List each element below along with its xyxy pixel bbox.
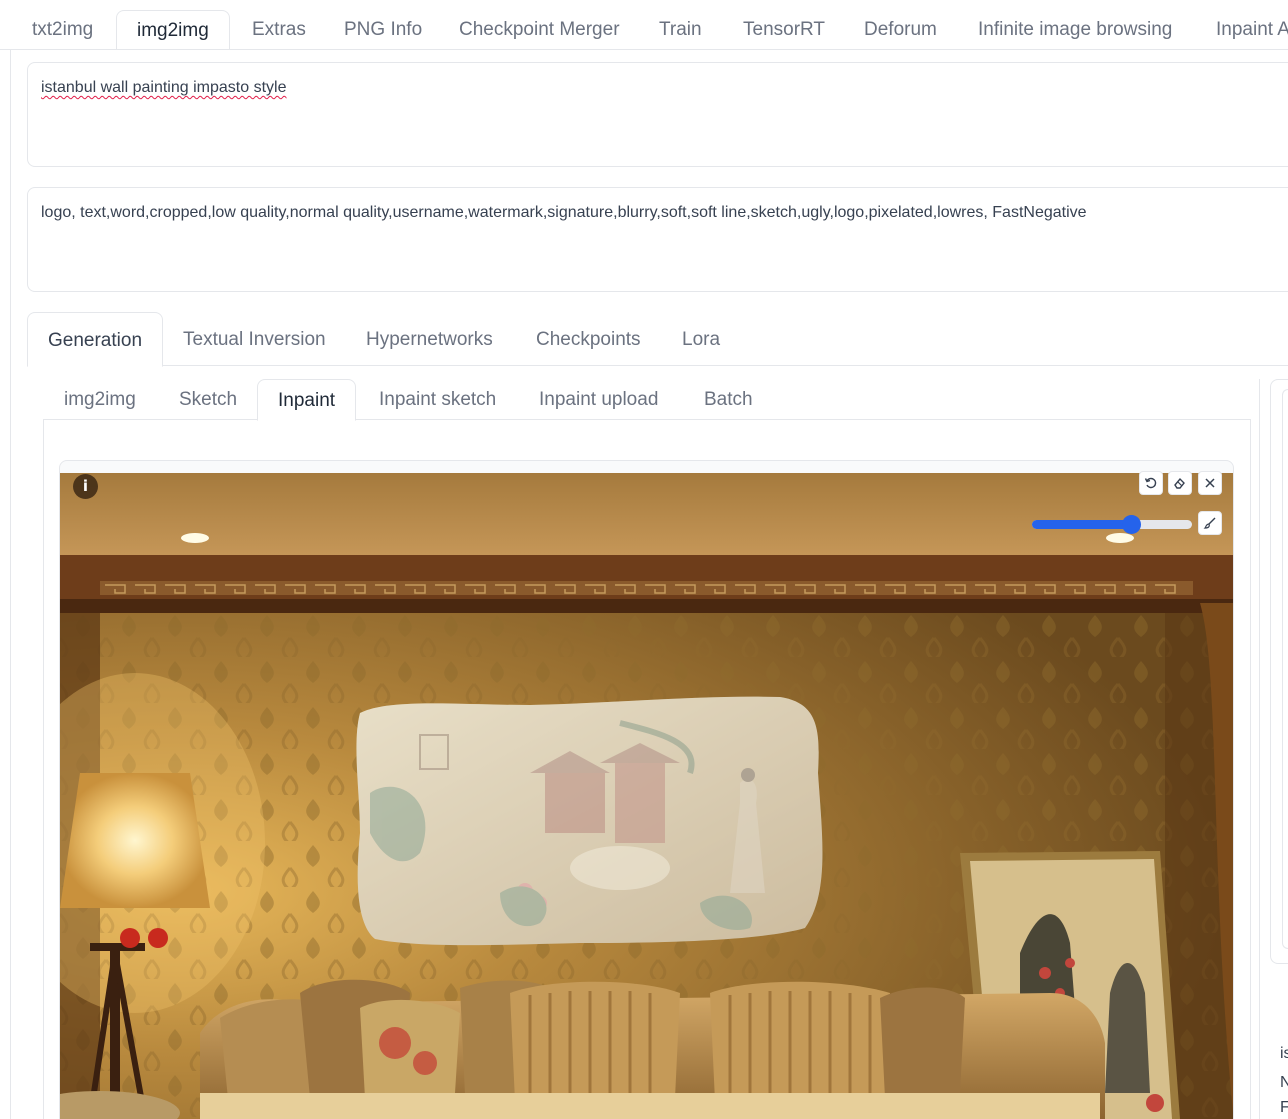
undo-icon: [1144, 477, 1157, 489]
room-image: [60, 473, 1233, 1119]
brush-size-slider[interactable]: [1032, 515, 1192, 534]
tab-png-info[interactable]: PNG Info: [324, 10, 442, 49]
undo-button[interactable]: [1139, 471, 1163, 495]
tab-lora[interactable]: Lora: [662, 312, 740, 366]
tab-infinite-image-browsing[interactable]: Infinite image browsing: [958, 10, 1192, 49]
tab-txt2img[interactable]: txt2img: [12, 10, 113, 49]
brush-size-fill: [1032, 520, 1132, 529]
tab-img2img-mode[interactable]: img2img: [44, 379, 156, 420]
output-info-line-3: F: [1280, 1099, 1288, 1116]
eraser-icon: [1174, 477, 1185, 489]
negative-prompt-text: logo, text,word,cropped,low quality,norm…: [41, 204, 1087, 221]
inpaint-canvas[interactable]: [60, 473, 1233, 1119]
tab-deforum[interactable]: Deforum: [844, 10, 957, 49]
prompt-text: istanbul wall painting impasto style: [41, 79, 287, 96]
brush-button[interactable]: [1198, 511, 1222, 535]
tab-sketch[interactable]: Sketch: [159, 379, 257, 420]
tab-img2img[interactable]: img2img: [116, 10, 230, 49]
generation-tab-bar: Generation Textual Inversion Hypernetwor…: [27, 312, 1288, 367]
tab-textual-inversion[interactable]: Textual Inversion: [163, 312, 346, 366]
tab-tensorrt[interactable]: TensorRT: [723, 10, 845, 49]
tab-checkpoints[interactable]: Checkpoints: [516, 312, 661, 366]
tab-inpaint-anything[interactable]: Inpaint A: [1196, 10, 1288, 49]
tab-train[interactable]: Train: [639, 10, 722, 49]
output-info-line-1: is: [1280, 1045, 1288, 1062]
tab-generation[interactable]: Generation: [27, 312, 164, 367]
info-icon[interactable]: i: [73, 474, 98, 499]
close-icon: [1205, 478, 1215, 488]
brush-icon: [1203, 517, 1216, 529]
tab-inpaint-sketch[interactable]: Inpaint sketch: [359, 379, 516, 420]
tab-batch[interactable]: Batch: [684, 379, 773, 420]
tab-inpaint[interactable]: Inpaint: [257, 379, 357, 421]
output-info-line-2: N: [1280, 1074, 1288, 1091]
negative-prompt-input[interactable]: logo, text,word,cropped,low quality,norm…: [27, 187, 1288, 292]
tab-hypernetworks[interactable]: Hypernetworks: [346, 312, 513, 366]
main-tab-bar: txt2img img2img Extras PNG Info Checkpoi…: [0, 0, 1288, 50]
output-image-area: [1282, 389, 1288, 949]
tab-inpaint-upload[interactable]: Inpaint upload: [519, 379, 678, 420]
clear-button[interactable]: [1198, 471, 1222, 495]
tab-extras[interactable]: Extras: [232, 10, 326, 49]
img2img-mode-tab-bar: img2img Sketch Inpaint Inpaint sketch In…: [43, 379, 1251, 421]
eraser-button[interactable]: [1168, 471, 1192, 495]
tab-checkpoint-merger[interactable]: Checkpoint Merger: [439, 10, 640, 49]
page-divider: [10, 50, 11, 1119]
prompt-input[interactable]: istanbul wall painting impasto style: [27, 62, 1288, 167]
